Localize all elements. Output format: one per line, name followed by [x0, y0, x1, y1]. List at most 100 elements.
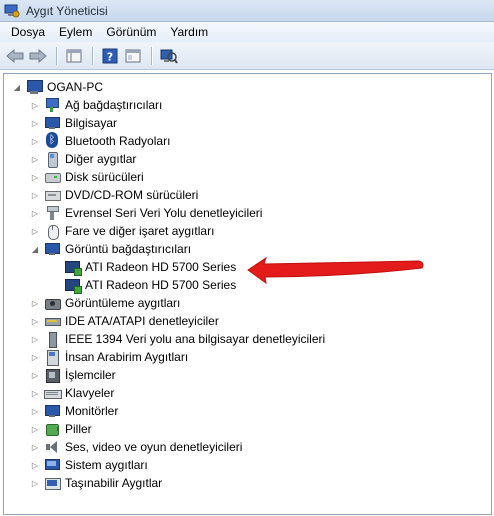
tree-node-network-adapters[interactable]: ▷ Ağ bağdaştırıcıları [4, 96, 491, 114]
tree-node-label: DVD/CD-ROM sürücüleri [65, 188, 199, 202]
imaging-device-icon [44, 295, 61, 311]
tree-node-label: Bilgisayar [65, 116, 118, 130]
ide-controller-icon [44, 313, 61, 329]
expand-triangle-icon[interactable]: ▷ [30, 388, 40, 398]
expand-triangle-icon[interactable]: ▷ [30, 442, 40, 452]
tree-node-label: İşlemciler [65, 368, 116, 382]
tree-node-monitors[interactable]: ▷ Monitörler [4, 402, 491, 420]
expand-triangle-icon[interactable]: ▷ [30, 424, 40, 434]
menu-file[interactable]: Dosya [4, 23, 52, 41]
menu-view[interactable]: Görünüm [99, 23, 163, 41]
properties-grid-icon [66, 49, 82, 62]
menu-bar: Dosya Eylem Görünüm Yardım [0, 22, 494, 42]
mouse-icon [44, 223, 60, 240]
menu-help[interactable]: Yardım [163, 23, 215, 41]
back-button[interactable] [4, 45, 26, 67]
tree-node-ide-controllers[interactable]: ▷ IDE ATA/ATAPI denetleyiciler [4, 312, 491, 330]
tree-node-display-adapters[interactable]: ◢ Görüntü bağdaştırıcıları [4, 240, 491, 258]
tree-node-label: Taşınabilir Aygıtlar [65, 476, 163, 490]
tree-node-label: Klavyeler [65, 386, 115, 400]
expand-triangle-icon[interactable]: ▷ [30, 334, 40, 344]
tree-node-label: Sistem aygıtları [65, 458, 148, 472]
tree-node-label: Ağ bağdaştırıcıları [65, 98, 163, 112]
collapse-triangle-icon[interactable]: ◢ [12, 82, 22, 92]
tree-root-label: OGAN-PC [47, 80, 104, 94]
tree-node-other-devices[interactable]: ▷ Diğer aygıtlar [4, 150, 491, 168]
expand-triangle-icon[interactable]: ▷ [30, 100, 40, 110]
device-tree: ◢ OGAN-PC ▷ Ağ bağdaştırıcıları ▷ Bilgis… [4, 78, 491, 492]
scan-hardware-icon [160, 49, 178, 64]
tree-node-label: Evrensel Seri Veri Yolu denetleyicileri [65, 206, 263, 220]
tree-node-label: Görüntüleme aygıtları [65, 296, 181, 310]
tree-node-imaging-devices[interactable]: ▷ Görüntüleme aygıtları [4, 294, 491, 312]
scan-hardware-button[interactable] [158, 45, 180, 67]
tree-node-dvd-drives[interactable]: ▷ DVD/CD-ROM sürücüleri [4, 186, 491, 204]
tree-node-label: Ses, video ve oyun denetleyicileri [65, 440, 243, 454]
expand-triangle-icon[interactable]: ▷ [30, 352, 40, 362]
expand-triangle-icon[interactable]: ▷ [30, 460, 40, 470]
expand-triangle-icon[interactable]: ▷ [30, 190, 40, 200]
tree-node-mice[interactable]: ▷ Fare ve diğer işaret aygıtları [4, 222, 491, 240]
menu-action[interactable]: Eylem [52, 23, 99, 41]
tree-node-label: ATI Radeon HD 5700 Series [85, 278, 237, 292]
other-device-icon [44, 151, 60, 168]
title-bar: Aygıt Yöneticisi [0, 0, 494, 22]
expand-triangle-icon[interactable]: ▷ [30, 406, 40, 416]
back-arrow-icon [6, 48, 24, 63]
processor-icon [44, 367, 60, 383]
disk-drive-icon [44, 169, 61, 185]
show-hide-pane-icon [125, 49, 141, 62]
tree-node-label: Fare ve diğer işaret aygıtları [65, 224, 215, 238]
tree-node-label: ATI Radeon HD 5700 Series [85, 260, 237, 274]
toolbar-separator [92, 46, 93, 65]
properties-button[interactable] [63, 45, 85, 67]
tree-node-usb-controllers[interactable]: ▷ Evrensel Seri Veri Yolu denetleyiciler… [4, 204, 491, 222]
help-icon: ? [102, 48, 118, 63]
hid-icon [44, 349, 60, 366]
tree-node-label: IDE ATA/ATAPI denetleyiciler [65, 314, 219, 328]
expand-triangle-icon[interactable]: ▷ [30, 226, 40, 236]
forward-button[interactable] [27, 45, 49, 67]
tree-node-system-devices[interactable]: ▷ Sistem aygıtları [4, 456, 491, 474]
tree-node-label: Disk sürücüleri [65, 170, 144, 184]
tree-node-hid[interactable]: ▷ İnsan Arabirim Aygıtları [4, 348, 491, 366]
tree-node-display-adapter-device[interactable]: ATI Radeon HD 5700 Series [4, 258, 491, 276]
help-button[interactable]: ? [99, 45, 121, 67]
computer-icon [26, 79, 43, 95]
tree-node-label: Bluetooth Radyoları [65, 134, 171, 148]
expand-triangle-icon[interactable]: ▷ [30, 136, 40, 146]
system-device-icon [44, 457, 60, 473]
display-adapter-icon [64, 259, 82, 276]
tree-node-label: Diğer aygıtlar [65, 152, 137, 166]
tree-root-node[interactable]: ◢ OGAN-PC [4, 78, 491, 96]
expand-triangle-icon[interactable]: ▷ [30, 478, 40, 488]
expand-triangle-icon[interactable]: ▷ [30, 208, 40, 218]
tree-node-label: Monitörler [65, 404, 119, 418]
usb-icon [44, 205, 60, 221]
toolbar: ? [0, 42, 494, 70]
expand-triangle-icon[interactable]: ▷ [30, 172, 40, 182]
tree-node-sound[interactable]: ▷ Ses, video ve oyun denetleyicileri [4, 438, 491, 456]
device-tree-panel[interactable]: ◢ OGAN-PC ▷ Ağ bağdaştırıcıları ▷ Bilgis… [3, 73, 492, 515]
expand-triangle-icon[interactable]: ▷ [30, 370, 40, 380]
expand-triangle-icon[interactable]: ▷ [30, 118, 40, 128]
tree-node-ieee1394[interactable]: ▷ IEEE 1394 Veri yolu ana bilgisayar den… [4, 330, 491, 348]
tree-node-bluetooth[interactable]: ▷ Bluetooth Radyoları [4, 132, 491, 150]
expand-triangle-icon[interactable]: ▷ [30, 316, 40, 326]
tree-node-batteries[interactable]: ▷ Piller [4, 420, 491, 438]
tree-node-disk-drives[interactable]: ▷ Disk sürücüleri [4, 168, 491, 186]
tree-node-display-adapter-device[interactable]: ATI Radeon HD 5700 Series [4, 276, 491, 294]
keyboard-icon [44, 385, 62, 401]
bluetooth-icon [44, 132, 60, 149]
collapse-triangle-icon[interactable]: ◢ [30, 244, 40, 254]
tree-node-keyboards[interactable]: ▷ Klavyeler [4, 384, 491, 402]
window-title: Aygıt Yöneticisi [26, 3, 108, 18]
tree-node-portable-devices[interactable]: ▷ Taşınabilir Aygıtlar [4, 474, 491, 492]
expand-triangle-icon[interactable]: ▷ [30, 154, 40, 164]
portable-device-icon [44, 475, 61, 491]
tree-node-computer[interactable]: ▷ Bilgisayar [4, 114, 491, 132]
computer-icon [44, 115, 60, 131]
tree-node-processors[interactable]: ▷ İşlemciler [4, 366, 491, 384]
expand-triangle-icon[interactable]: ▷ [30, 298, 40, 308]
show-hide-pane-button[interactable] [122, 45, 144, 67]
